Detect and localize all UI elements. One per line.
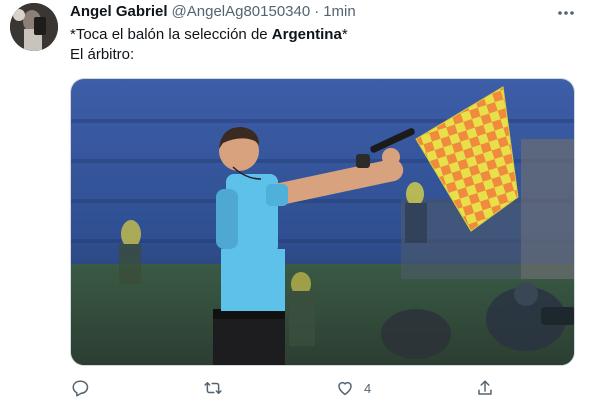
reply-button[interactable] bbox=[71, 376, 89, 400]
tweet-media-image[interactable] bbox=[70, 78, 575, 366]
reply-icon bbox=[72, 380, 89, 397]
retweet-icon bbox=[204, 382, 222, 394]
tweet-card[interactable]: Angel Gabriel @AngelAg80150340 · 1min *T… bbox=[0, 0, 604, 413]
text-suffix: * bbox=[341, 26, 348, 43]
tweet-timestamp[interactable]: 1min bbox=[323, 3, 356, 20]
tweet-actions: 4 bbox=[70, 376, 575, 400]
like-count: 4 bbox=[364, 380, 372, 396]
avatar[interactable] bbox=[10, 3, 58, 51]
like-button[interactable]: 4 bbox=[336, 376, 371, 400]
share-button[interactable] bbox=[476, 376, 494, 400]
tweet-text: *Toca el balón la selección de Argentina… bbox=[70, 25, 580, 65]
text-bold-country: Argentina bbox=[271, 26, 342, 43]
separator-dot: · bbox=[314, 3, 320, 20]
share-icon bbox=[478, 380, 492, 395]
text-prefix: *Toca el balón la selección de bbox=[70, 26, 272, 43]
author-handle[interactable]: @AngelAg80150340 bbox=[172, 3, 311, 20]
more-icon[interactable] bbox=[556, 4, 576, 22]
author-name[interactable]: Angel Gabriel bbox=[70, 3, 168, 20]
tweet-text-line-2: El árbitro: bbox=[70, 46, 135, 63]
tweet-text-line-1: *Toca el balón la selección de Argentina… bbox=[70, 25, 580, 45]
heart-icon bbox=[338, 381, 352, 396]
tweet-header: Angel Gabriel @AngelAg80150340 · 1min bbox=[70, 3, 356, 23]
retweet-button[interactable] bbox=[204, 376, 222, 400]
